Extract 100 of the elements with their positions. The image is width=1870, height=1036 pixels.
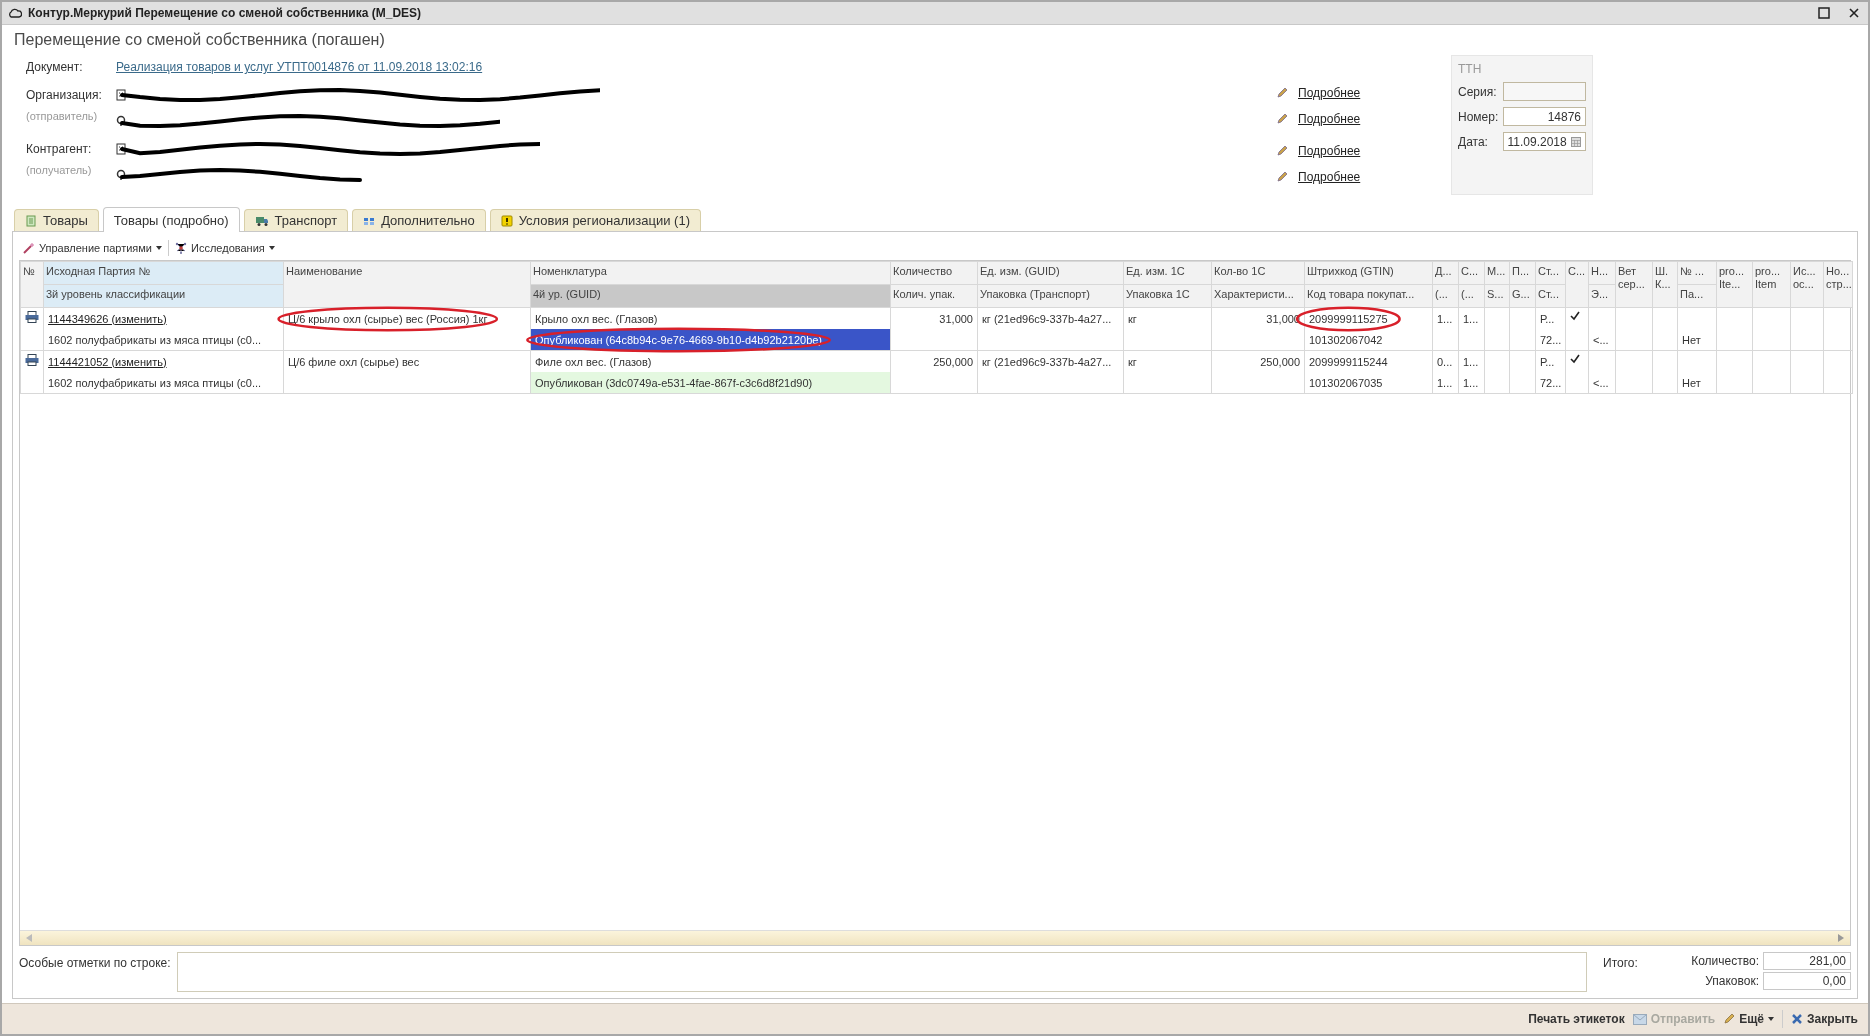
total-field: 0,00 <box>1763 972 1851 990</box>
table-cell: 1602 полуфабрикаты из мяса птицы (с0... <box>48 333 262 346</box>
table-cell: 2099999115275 <box>1309 312 1388 325</box>
field-label: Особые отметки по строке: <box>19 955 171 970</box>
series-field[interactable] <box>1502 82 1586 101</box>
field-label: Серия: <box>1458 84 1498 99</box>
column-header[interactable]: Ед. изм. (GUID) <box>977 261 1124 285</box>
column-header[interactable]: С... <box>1565 261 1589 308</box>
column-header[interactable]: Д... <box>1432 261 1459 285</box>
table-cell: кг <box>1128 355 1137 368</box>
field-sublabel: (получатель) <box>26 164 93 176</box>
pencil-icon <box>1723 1013 1736 1025</box>
table-cell: 1... <box>1463 376 1479 389</box>
column-header[interactable]: С... <box>1458 261 1485 285</box>
form-heading: Перемещение со сменой собственника (погашен) <box>14 31 386 49</box>
batch-link[interactable]: 1144349626 (изменить) <box>48 312 167 325</box>
column-header[interactable]: pro... Item <box>1752 261 1791 308</box>
column-header[interactable]: pro... Ite... <box>1716 261 1753 308</box>
table-cell: 1... <box>1437 312 1453 325</box>
table-cell: 2099999115244 <box>1309 355 1388 368</box>
table-cell: <... <box>1593 333 1609 346</box>
column-header[interactable]: Количество <box>890 261 978 285</box>
table-cell: 101302067035 <box>1309 376 1383 389</box>
tab[interactable]: Транспорт <box>243 209 349 231</box>
close-icon[interactable] <box>1848 7 1860 19</box>
totals-label: Итого: <box>1602 955 1639 970</box>
building-icon <box>116 89 126 101</box>
calendar-icon[interactable] <box>1571 136 1581 147</box>
column-header[interactable]: Ст... <box>1535 261 1566 285</box>
caret-icon <box>268 246 275 250</box>
tab[interactable]: Товары (подробно) <box>102 207 240 232</box>
document-link[interactable]: Реализация товаров и услуг УТПТ0014876 от 11.09.2018 13:02:16 <box>116 60 483 74</box>
column-header[interactable]: № ... <box>1677 261 1717 285</box>
total-field: 281,00 <box>1763 952 1851 970</box>
printer-icon[interactable] <box>25 311 39 323</box>
table-cell: 72... <box>1540 376 1562 389</box>
field-label: Количество: <box>1690 954 1759 968</box>
column-header[interactable]: Кол-во 1С <box>1211 261 1305 285</box>
caret-icon <box>156 246 162 250</box>
table-cell: 1... <box>1463 312 1479 325</box>
table-cell: Р... <box>1540 312 1555 325</box>
command-button[interactable]: Печать этикеток <box>1528 1012 1625 1026</box>
table-cell: Р... <box>1540 355 1555 368</box>
column-header[interactable]: № <box>20 261 44 308</box>
field-label: Организация: <box>26 88 103 102</box>
network-icon <box>175 242 187 254</box>
command-button[interactable]: Закрыть <box>1790 1012 1858 1026</box>
column-header[interactable]: П... <box>1509 261 1536 285</box>
column-header[interactable]: Штрихкод (GTIN) <box>1304 261 1433 285</box>
sheet-icon <box>25 214 37 227</box>
column-header[interactable]: Номенклатура <box>530 261 891 285</box>
table-cell: 1... <box>1437 376 1453 389</box>
truck-icon <box>254 214 269 227</box>
notes-field[interactable] <box>176 952 1587 992</box>
column-header[interactable]: Вет сер... <box>1615 261 1653 308</box>
column-header[interactable]: Н... <box>1588 261 1616 285</box>
table-cell: 1... <box>1463 355 1479 368</box>
panel-title: ТТН <box>1458 62 1483 76</box>
maximize-icon[interactable] <box>1818 7 1830 19</box>
column-header[interactable]: 3й уровень классификации <box>43 284 284 308</box>
table-cell: Крыло охл вес. (Глазов) <box>535 312 658 325</box>
details-link[interactable]: Подробнее <box>1298 170 1361 184</box>
table-cell: Ц/6 филе охл (сырье) вес <box>288 355 420 368</box>
details-link[interactable]: Подробнее <box>1298 86 1361 100</box>
tab[interactable]: Условия регионализации (1) <box>489 209 701 231</box>
pencil-icon <box>1276 171 1288 183</box>
table-cell: кг (21ed96c9-337b-4a27... <box>982 355 1112 368</box>
column-header[interactable]: Упаковка (Транспорт) <box>977 284 1124 308</box>
column-header[interactable]: 4й ур. (GUID) <box>530 284 891 308</box>
tab[interactable]: Товары <box>14 209 99 231</box>
tab[interactable]: Дополнительно <box>352 209 486 231</box>
cloud-icon <box>8 8 22 18</box>
scroll-left-icon[interactable] <box>26 934 32 942</box>
horizontal-scrollbar[interactable] <box>20 930 1850 945</box>
date-field[interactable]: 11.09.2018 <box>1502 132 1586 151</box>
table-cell: 250,000 <box>933 355 973 368</box>
batch-link[interactable]: 1144421052 (изменить) <box>48 355 167 368</box>
details-link[interactable]: Подробнее <box>1298 112 1361 126</box>
column-header[interactable]: Ис... ос... <box>1790 261 1824 308</box>
details-link[interactable]: Подробнее <box>1298 144 1361 158</box>
column-header[interactable]: М... <box>1484 261 1510 285</box>
column-header[interactable]: Исходная Партия № <box>43 261 284 285</box>
column-header[interactable]: Код товара покупат... <box>1304 284 1433 308</box>
toolbar-button[interactable]: Управление партиями <box>23 242 162 254</box>
close-icon <box>1790 1013 1803 1025</box>
toolbar-button[interactable]: Исследования <box>175 242 275 254</box>
printer-icon[interactable] <box>25 354 39 366</box>
table-cell: кг (21ed96c9-337b-4a27... <box>982 312 1112 325</box>
column-header[interactable]: Но... стр... <box>1823 261 1853 308</box>
table-cell: 250,000 <box>1260 355 1300 368</box>
column-header[interactable]: Наименование <box>283 261 531 308</box>
number-field[interactable]: 14876 <box>1502 107 1586 126</box>
field-sublabel: (отправитель) <box>26 110 99 122</box>
column-header[interactable]: Ш. К... <box>1652 261 1678 308</box>
wand-icon <box>23 242 35 254</box>
pencil-icon <box>1276 145 1288 157</box>
scroll-right-icon[interactable] <box>1838 934 1844 942</box>
command-button[interactable]: Ещё <box>1723 1012 1774 1026</box>
table-cell: 101302067042 <box>1309 333 1383 346</box>
column-header[interactable]: Ед. изм. 1С <box>1123 261 1212 285</box>
